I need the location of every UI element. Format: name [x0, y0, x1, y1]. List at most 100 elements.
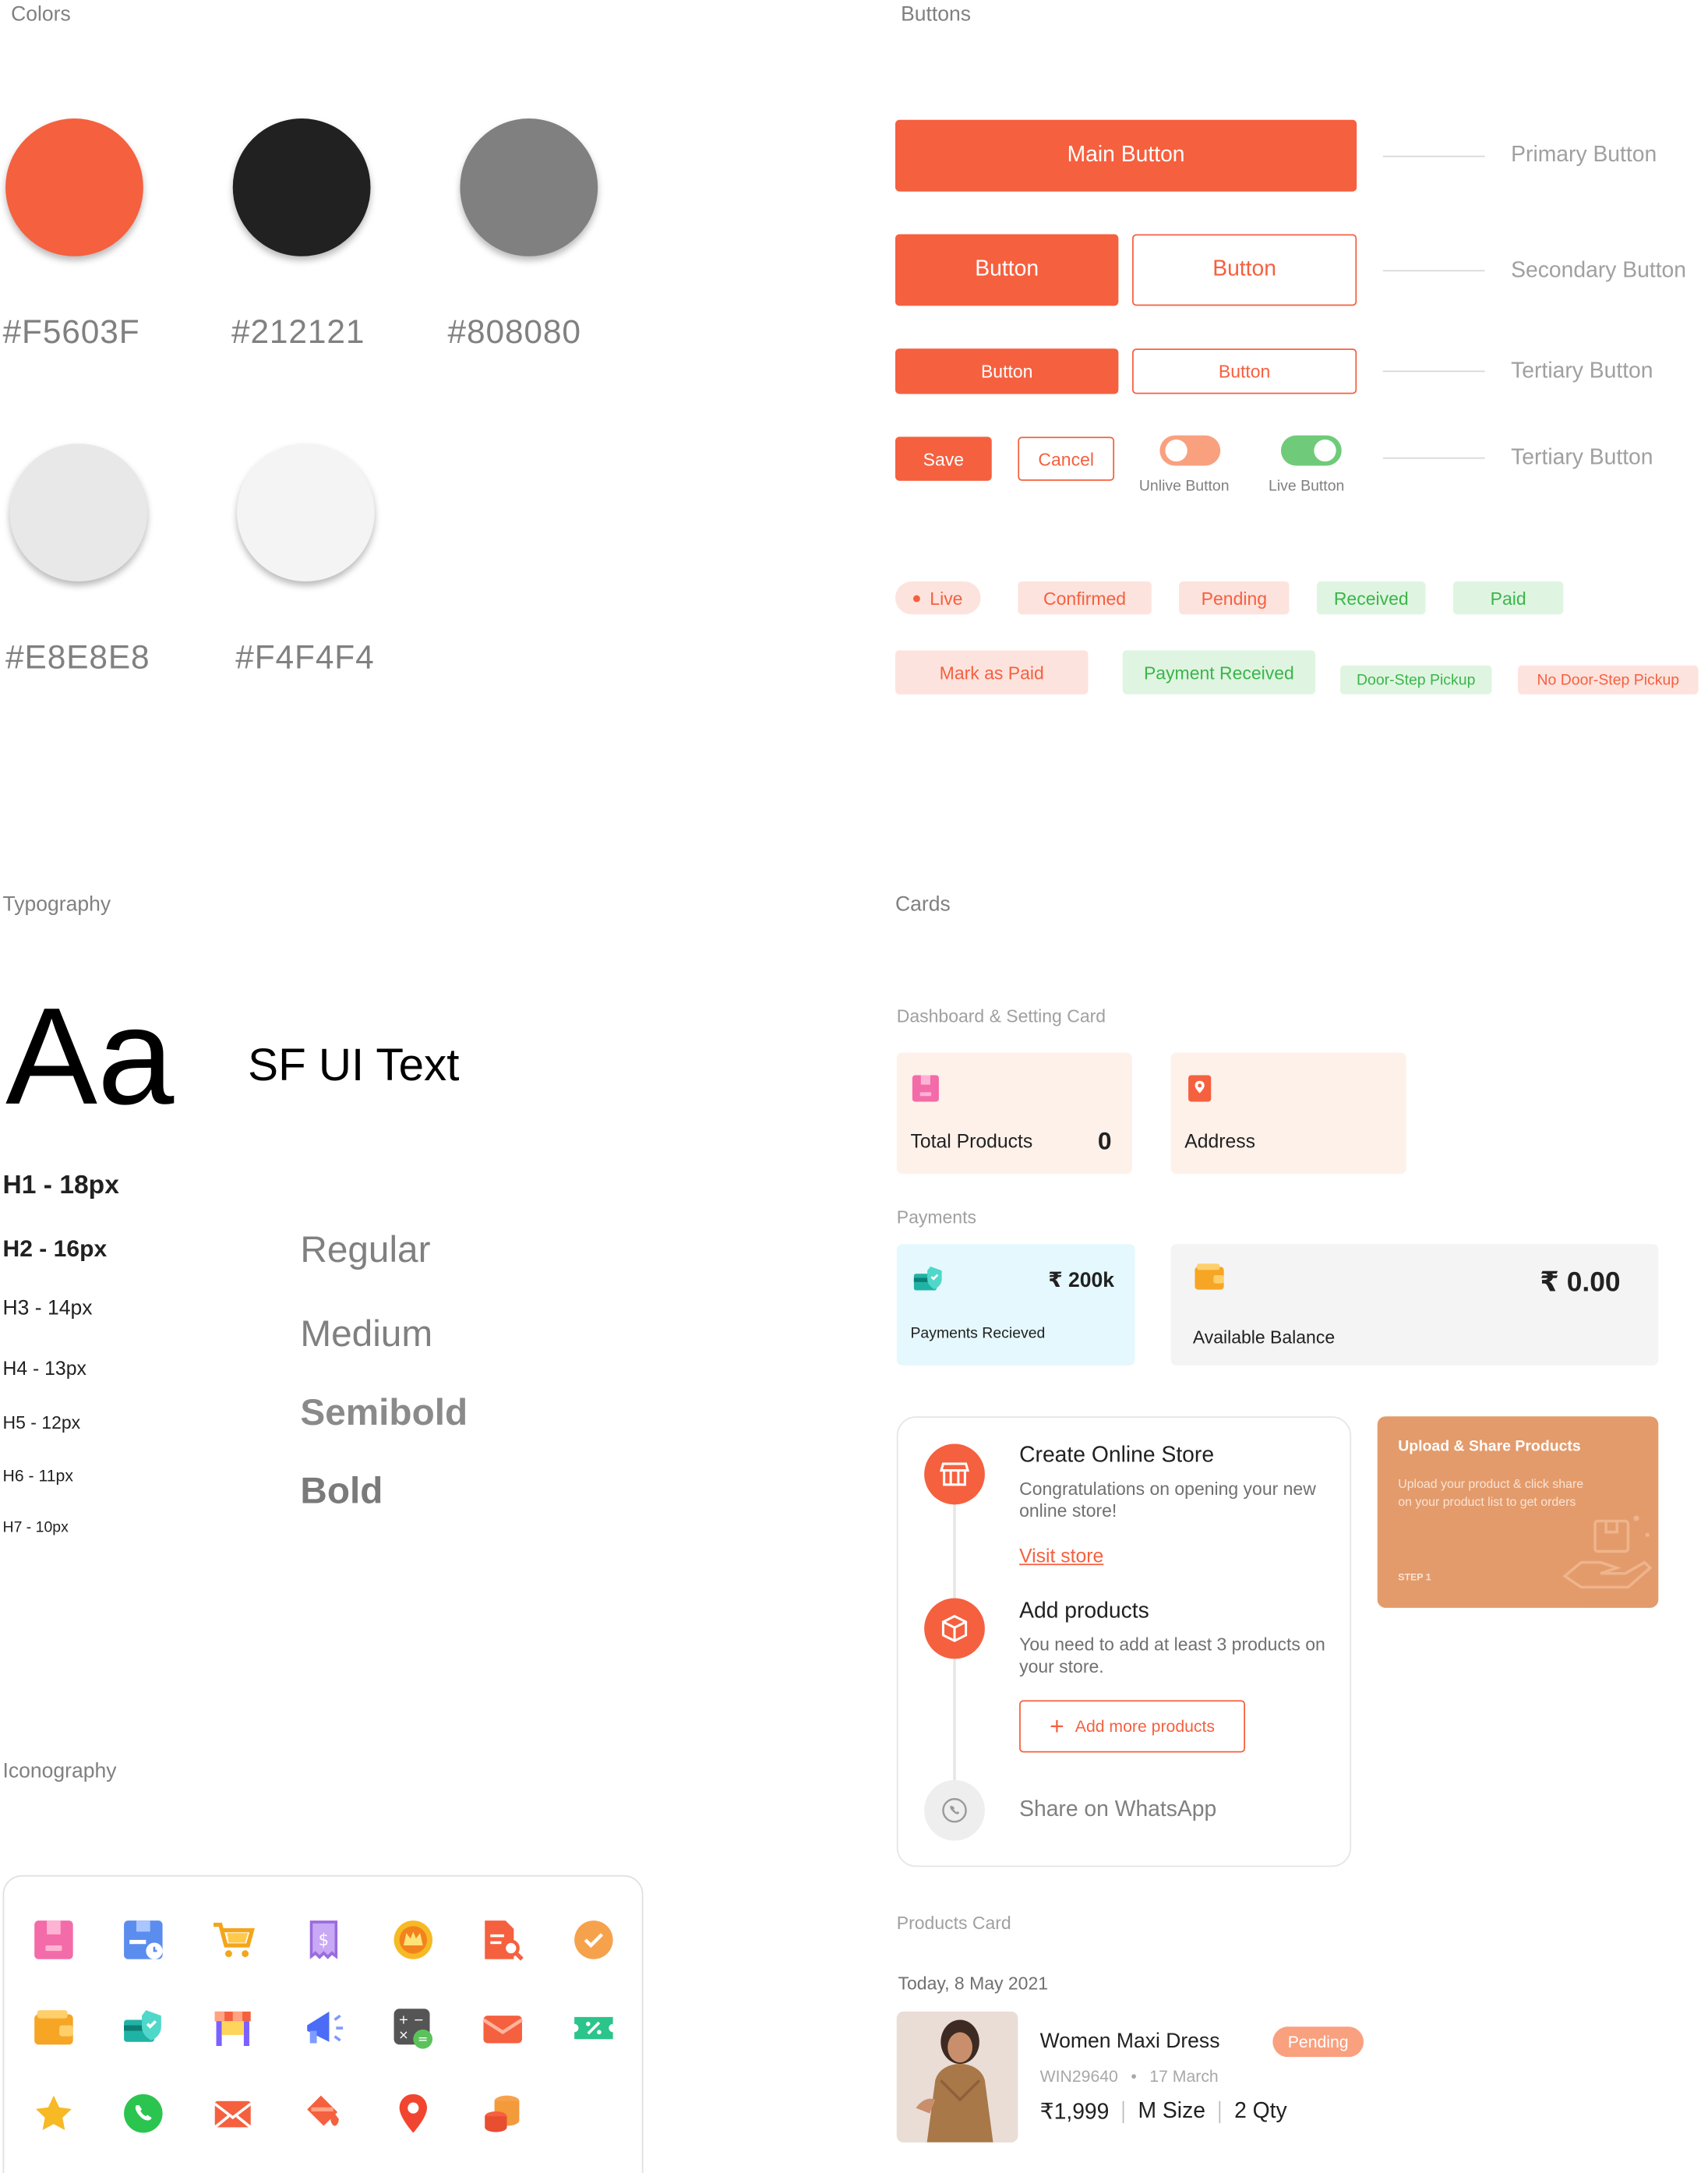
- store-icon: [214, 2011, 251, 2047]
- h5-sample: H5 - 12px: [2, 1412, 81, 1433]
- buttons-section-title: Buttons: [901, 2, 972, 26]
- color-hex-label: #F4F4F4: [235, 639, 375, 677]
- upload-card-desc: Upload your product & click share on you…: [1398, 1476, 1584, 1509]
- tertiary-fill-button[interactable]: Button: [895, 348, 1119, 394]
- icon-grid: $ + − × =: [2, 1874, 644, 2173]
- live-toggle-label: Live Button: [1269, 478, 1345, 495]
- payment-check-icon: [913, 1266, 942, 1291]
- payments-received-label: Payments Recieved: [910, 1325, 1046, 1342]
- address-label: Address: [1184, 1129, 1256, 1152]
- order-id: WIN29640: [1039, 2066, 1118, 2086]
- svg-text:$: $: [319, 1931, 330, 1950]
- store-step-icon: [924, 1443, 985, 1505]
- onboarding-steps-card: Create Online Store Congratulations on o…: [896, 1416, 1352, 1867]
- weight-semibold: Semibold: [300, 1391, 468, 1433]
- unlive-toggle-label: Unlive Button: [1138, 478, 1230, 495]
- h2-sample: H2 - 16px: [2, 1235, 108, 1263]
- paint-bucket-icon: [307, 2095, 339, 2126]
- secondary-fill-button[interactable]: Button: [895, 234, 1119, 306]
- no-doorstep-pickup-badge: No Door-Step Pickup: [1518, 665, 1699, 694]
- color-hex-label: #F5603F: [2, 314, 140, 352]
- plus-icon: +: [1050, 1712, 1064, 1740]
- divider-line: [1382, 155, 1485, 157]
- mark-as-paid-button[interactable]: Mark as Paid: [895, 650, 1089, 694]
- tertiary-button-label-2: Tertiary Button: [1511, 446, 1653, 470]
- payments-card-label: Payments: [896, 1207, 976, 1228]
- svg-text:−: −: [414, 2012, 424, 2027]
- live-dot-icon: [913, 594, 920, 602]
- product-image[interactable]: [896, 2011, 1018, 2143]
- svg-text:×: ×: [398, 2027, 408, 2042]
- separator-dot: •: [1131, 2066, 1137, 2086]
- product-size: M Size: [1138, 2099, 1205, 2124]
- divider-line: [1382, 270, 1485, 272]
- payments-received-card[interactable]: ₹ 200k Payments Recieved: [896, 1244, 1135, 1366]
- order-date: 17 March: [1149, 2066, 1219, 2086]
- cards-section-title: Cards: [895, 892, 951, 917]
- divider-line: [1382, 457, 1485, 459]
- colors-section-title: Colors: [11, 2, 71, 26]
- address-book-icon: [1188, 1075, 1212, 1102]
- weight-bold: Bold: [300, 1470, 383, 1512]
- available-balance-card[interactable]: ₹ 0.00 Available Balance: [1170, 1244, 1659, 1366]
- available-balance-value: ₹ 0.00: [1540, 1267, 1621, 1298]
- product-price: ₹1,999: [1039, 2101, 1110, 2125]
- color-hex-label: #808080: [447, 314, 581, 352]
- payment-received-badge: Payment Received: [1122, 650, 1316, 694]
- wallet-icon: [34, 2010, 73, 2045]
- upload-card-title: Upload & Share Products: [1398, 1438, 1581, 1455]
- order-meta: WIN29640 • 17 March: [1040, 2067, 1219, 2086]
- font-name: SF UI Text: [248, 1038, 460, 1090]
- live-toggle[interactable]: [1280, 435, 1342, 466]
- product-qty: 2 Qty: [1234, 2099, 1287, 2124]
- star-icon: [35, 2095, 72, 2130]
- product-status-badge: Pending: [1272, 2026, 1364, 2058]
- add-more-products-label: Add more products: [1075, 1716, 1216, 1737]
- unlive-toggle[interactable]: [1159, 435, 1221, 466]
- svg-text:+: +: [398, 2012, 408, 2027]
- document-search-icon: [485, 1920, 524, 1961]
- share-whatsapp-label[interactable]: Share on WhatsApp: [1019, 1798, 1216, 1823]
- products-card-label: Products Card: [896, 1912, 1011, 1934]
- order-details: ₹1,999 M Size 2 Qty: [1040, 2098, 1287, 2125]
- main-button[interactable]: Main Button: [895, 119, 1357, 192]
- typography-section-title: Typography: [2, 892, 111, 917]
- cart-icon: [213, 1922, 255, 1958]
- visit-store-link[interactable]: Visit store: [1019, 1545, 1103, 1567]
- create-store-title: Create Online Store: [1019, 1443, 1215, 1468]
- toggle-knob: [1165, 439, 1187, 462]
- tertiary-outline-button[interactable]: Button: [1132, 348, 1357, 394]
- whatsapp-icon: [124, 2094, 163, 2133]
- box-clock-icon: [124, 1920, 163, 1959]
- weight-regular: Regular: [300, 1228, 431, 1270]
- box-icon: [34, 1920, 73, 1959]
- font-sample: Aa: [5, 979, 175, 1134]
- paid-badge: Paid: [1452, 581, 1564, 615]
- secondary-outline-button[interactable]: Button: [1132, 234, 1357, 306]
- add-products-desc: You need to add at least 3 products on y…: [1019, 1634, 1325, 1677]
- color-swatch-off-white: [237, 443, 375, 581]
- cancel-button[interactable]: Cancel: [1018, 436, 1115, 481]
- divider: [1219, 2101, 1221, 2124]
- save-button[interactable]: Save: [895, 436, 992, 481]
- divider: [1123, 2101, 1124, 2124]
- add-more-products-button[interactable]: + Add more products: [1019, 1700, 1246, 1753]
- total-products-card[interactable]: Total Products 0: [896, 1052, 1133, 1175]
- receipt-icon: $: [309, 1920, 338, 1959]
- divider-line: [1382, 370, 1485, 373]
- doorstep-pickup-badge: Door-Step Pickup: [1339, 665, 1492, 694]
- address-card[interactable]: Address: [1170, 1052, 1406, 1175]
- upload-card-step: STEP 1: [1398, 1573, 1431, 1584]
- live-badge: Live: [895, 581, 981, 615]
- total-products-value: 0: [1097, 1126, 1112, 1155]
- payments-received-value: ₹ 200k: [1048, 1269, 1115, 1293]
- upload-share-card[interactable]: Upload & Share Products Upload your prod…: [1377, 1416, 1659, 1608]
- products-step-icon: [924, 1598, 985, 1659]
- crown-icon: [393, 1920, 433, 1959]
- box-icon: [912, 1075, 939, 1102]
- tertiary-button-label: Tertiary Button: [1511, 359, 1653, 383]
- location-pin-icon: [399, 2094, 427, 2133]
- primary-button-label: Primary Button: [1511, 143, 1657, 167]
- h1-sample: H1 - 18px: [2, 1171, 119, 1200]
- color-hex-label: #E8E8E8: [5, 639, 150, 677]
